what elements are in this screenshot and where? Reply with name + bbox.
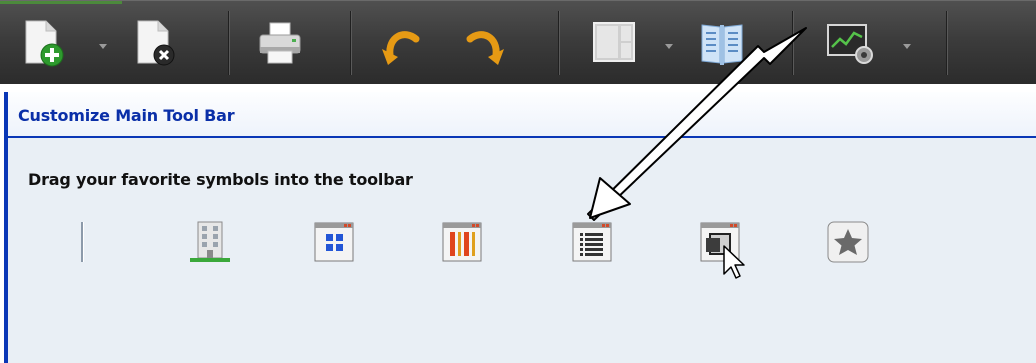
printer-icon [259, 22, 301, 64]
restore-window-icon [700, 222, 745, 279]
new-document-icon [25, 20, 64, 67]
grid-window-icon [314, 222, 354, 262]
spacer [0, 84, 1036, 92]
separator-icon [81, 222, 84, 262]
layout-dropdown-arrow[interactable] [662, 41, 676, 51]
columns-window-symbol[interactable] [442, 222, 482, 262]
columns-window-icon [442, 222, 482, 262]
undo-icon [382, 31, 420, 65]
customize-toolbar-dialog: Customize Main Tool Bar Drag your favori… [4, 92, 1036, 363]
chart-settings-dropdown-arrow[interactable] [900, 41, 914, 51]
list-window-icon [572, 222, 612, 262]
redo-icon [466, 31, 504, 65]
layout-panels-icon [593, 22, 635, 62]
dialog-body: Drag your favorite symbols into the tool… [8, 138, 1036, 363]
chart-settings-icon [827, 24, 873, 64]
new-document-dropdown-arrow[interactable] [96, 41, 110, 51]
undo-button[interactable] [378, 17, 426, 69]
favorite-star-symbol[interactable] [826, 220, 870, 264]
toolbar-accent-line [0, 1, 122, 4]
redo-button[interactable] [460, 17, 508, 69]
toolbar-separator [558, 11, 560, 75]
chart-settings-button[interactable] [826, 17, 874, 69]
dialog-instruction: Drag your favorite symbols into the tool… [28, 170, 413, 189]
close-document-icon [137, 20, 175, 66]
list-window-symbol[interactable] [572, 222, 612, 262]
dialog-title-bar[interactable]: Customize Main Tool Bar [8, 92, 1036, 136]
book-view-button[interactable] [698, 17, 746, 69]
grid-window-symbol[interactable] [314, 222, 354, 262]
print-button[interactable] [256, 17, 304, 69]
toolbar-separator [792, 11, 794, 75]
layout-button[interactable] [590, 17, 638, 69]
toolbar-separator [350, 11, 352, 75]
dialog-title: Customize Main Tool Bar [18, 106, 235, 125]
separator-symbol[interactable] [78, 222, 88, 262]
close-document-button[interactable] [132, 17, 180, 69]
toolbar-separator [228, 11, 230, 75]
building-symbol[interactable] [188, 220, 232, 264]
main-toolbar [0, 0, 1036, 85]
new-document-button[interactable] [20, 17, 68, 69]
toolbar-separator [946, 11, 948, 75]
building-icon [190, 221, 230, 262]
star-icon [827, 221, 869, 263]
open-book-icon [701, 24, 743, 65]
restore-window-symbol[interactable] [700, 222, 760, 292]
